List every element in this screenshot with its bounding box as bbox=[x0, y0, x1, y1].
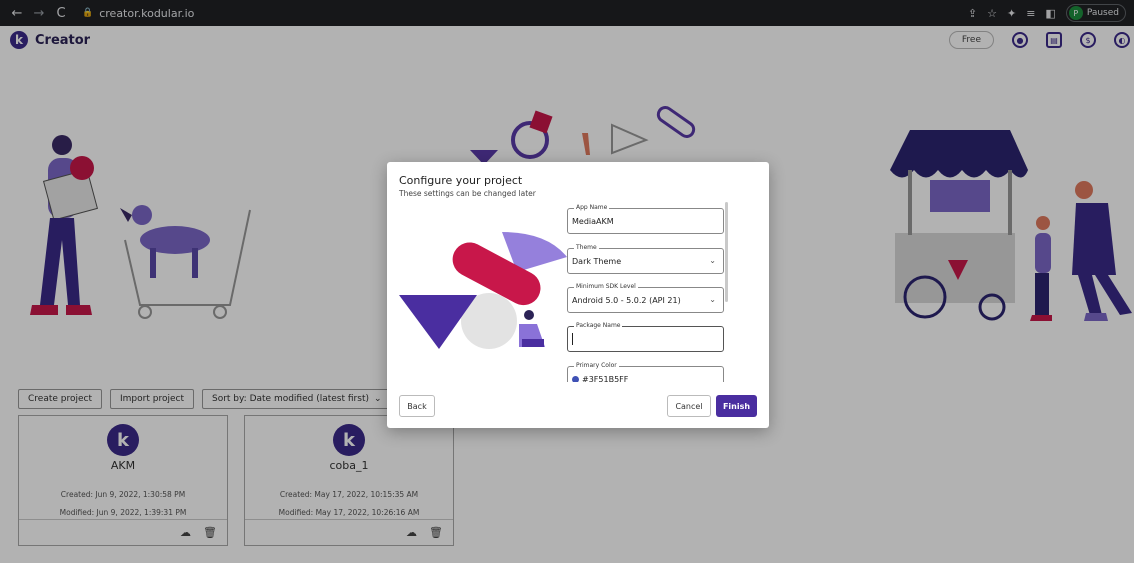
theme-label: Theme bbox=[574, 244, 599, 251]
chevron-down-icon: ⌄ bbox=[709, 295, 716, 304]
settings-form: App Name MediaAKM Theme Dark Theme ⌄ Min… bbox=[567, 202, 727, 382]
primary-color-value: #3F51B5FF bbox=[582, 375, 629, 382]
package-label: Package Name bbox=[574, 322, 623, 329]
sdk-value: Android 5.0 - 5.0.2 (API 21) bbox=[572, 296, 681, 305]
dialog-illustration bbox=[399, 232, 567, 349]
cancel-button[interactable]: Cancel bbox=[667, 395, 711, 417]
dialog-title: Configure your project bbox=[399, 174, 523, 187]
app-name-field[interactable]: App Name MediaAKM bbox=[567, 204, 724, 234]
sdk-level-select[interactable]: Minimum SDK Level Android 5.0 - 5.0.2 (A… bbox=[567, 283, 724, 313]
primary-color-field[interactable]: Primary Color #3F51B5FF bbox=[567, 362, 724, 382]
package-name-field[interactable]: Package Name bbox=[567, 322, 724, 352]
finish-button[interactable]: Finish bbox=[716, 395, 757, 417]
chevron-down-icon: ⌄ bbox=[709, 256, 716, 265]
back-button[interactable]: Back bbox=[399, 395, 435, 417]
dialog-subtitle: These settings can be changed later bbox=[399, 189, 536, 198]
color-swatch bbox=[572, 376, 579, 382]
app-name-value: MediaAKM bbox=[572, 217, 614, 226]
primary-color-display: #3F51B5FF bbox=[572, 375, 628, 382]
theme-value: Dark Theme bbox=[572, 257, 622, 266]
form-scrollbar[interactable] bbox=[725, 202, 728, 302]
configure-project-dialog: Configure your project These settings ca… bbox=[387, 162, 769, 428]
app-name-label: App Name bbox=[574, 204, 610, 211]
theme-select[interactable]: Theme Dark Theme ⌄ bbox=[567, 244, 724, 274]
text-caret bbox=[572, 333, 573, 345]
primary-color-label: Primary Color bbox=[574, 362, 619, 369]
sdk-label: Minimum SDK Level bbox=[574, 283, 638, 290]
